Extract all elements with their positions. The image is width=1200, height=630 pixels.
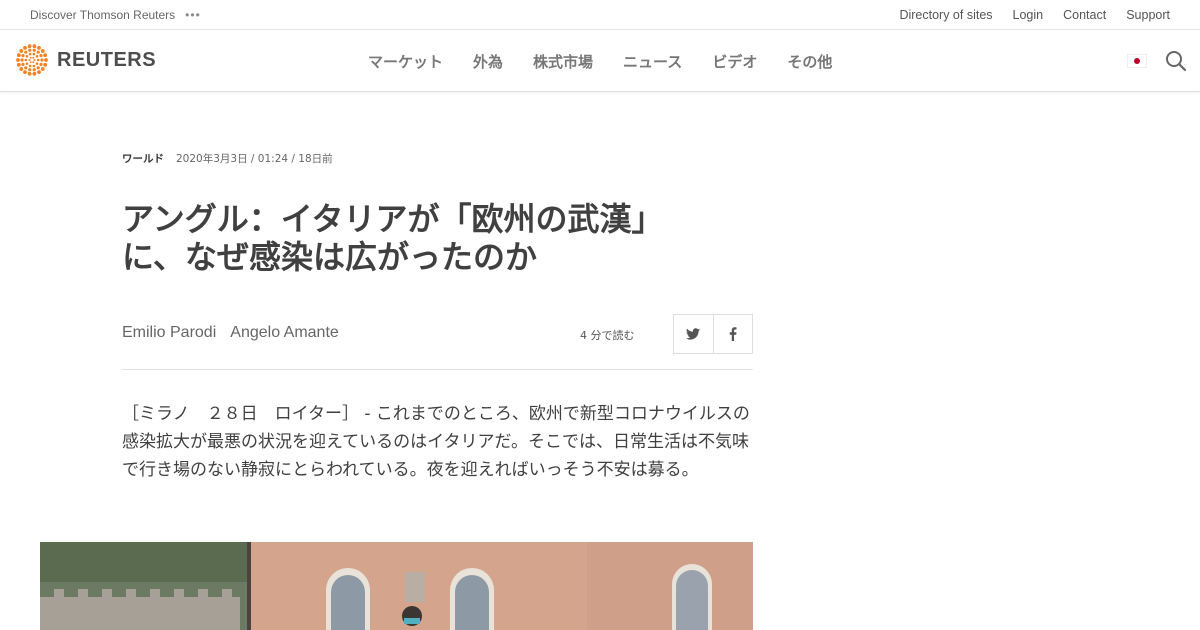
- utility-links: Directory of sites Login Contact Support: [879, 0, 1170, 30]
- nav-video[interactable]: ビデオ: [712, 51, 757, 72]
- reuters-logo[interactable]: REUTERS: [15, 43, 156, 77]
- discover-link[interactable]: Discover Thomson Reuters: [30, 8, 175, 22]
- japan-flag-icon[interactable]: [1127, 54, 1147, 68]
- byline-row: Emilio Parodi Angelo Amante 4 分で読む: [122, 314, 753, 354]
- main-nav: マーケット 外為 株式市場 ニュース ビデオ その他: [368, 30, 862, 92]
- title-line-2: に、なぜ感染は広がったのか: [122, 238, 538, 276]
- login-link[interactable]: Login: [1013, 8, 1044, 22]
- category-link[interactable]: ワールド: [122, 151, 164, 166]
- search-icon[interactable]: [1164, 49, 1188, 73]
- author-link[interactable]: Emilio Parodi: [122, 324, 216, 341]
- main-header: REUTERS マーケット 外為 株式市場 ニュース ビデオ その他: [0, 30, 1200, 92]
- authors: Emilio Parodi Angelo Amante: [122, 324, 339, 342]
- directory-link[interactable]: Directory of sites: [899, 8, 992, 22]
- facebook-share-button[interactable]: [712, 315, 752, 353]
- photo-illustration: [40, 542, 753, 630]
- author-link[interactable]: Angelo Amante: [230, 324, 339, 341]
- article-title: アングル：イタリアが「欧州の武漢」 に、なぜ感染は広がったのか: [122, 200, 762, 276]
- nav-news[interactable]: ニュース: [623, 51, 682, 72]
- share-buttons: [673, 314, 753, 354]
- divider: [122, 369, 753, 370]
- twitter-share-button[interactable]: [674, 315, 713, 353]
- twitter-icon: [686, 328, 701, 340]
- support-link[interactable]: Support: [1126, 8, 1170, 22]
- facebook-icon: [729, 327, 737, 341]
- nav-stocks[interactable]: 株式市場: [533, 51, 593, 72]
- article-meta: ワールド 2020年3月3日 / 01:24 / 18日前: [122, 151, 333, 166]
- utility-bar: Discover Thomson Reuters ••• Directory o…: [0, 0, 1200, 30]
- article-body: ［ミラノ ２８日 ロイター］ - これまでのところ、欧州で新型コロナウイルスの感…: [122, 404, 750, 480]
- utility-left: Discover Thomson Reuters •••: [30, 0, 201, 30]
- article-date: 2020年3月3日 / 01:24 / 18日前: [176, 153, 333, 165]
- nav-more[interactable]: その他: [787, 51, 832, 72]
- contact-link[interactable]: Contact: [1063, 8, 1106, 22]
- logo-text: REUTERS: [57, 48, 157, 71]
- more-dots-icon[interactable]: •••: [185, 8, 201, 22]
- title-line-1: アングル：イタリアが「欧州の武漢」: [122, 200, 664, 238]
- reuters-logo-icon: [16, 44, 48, 76]
- nav-markets[interactable]: マーケット: [368, 51, 443, 72]
- article-photo[interactable]: [40, 542, 753, 630]
- read-time: 4 分で読む: [580, 329, 635, 342]
- nav-forex[interactable]: 外為: [473, 51, 503, 72]
